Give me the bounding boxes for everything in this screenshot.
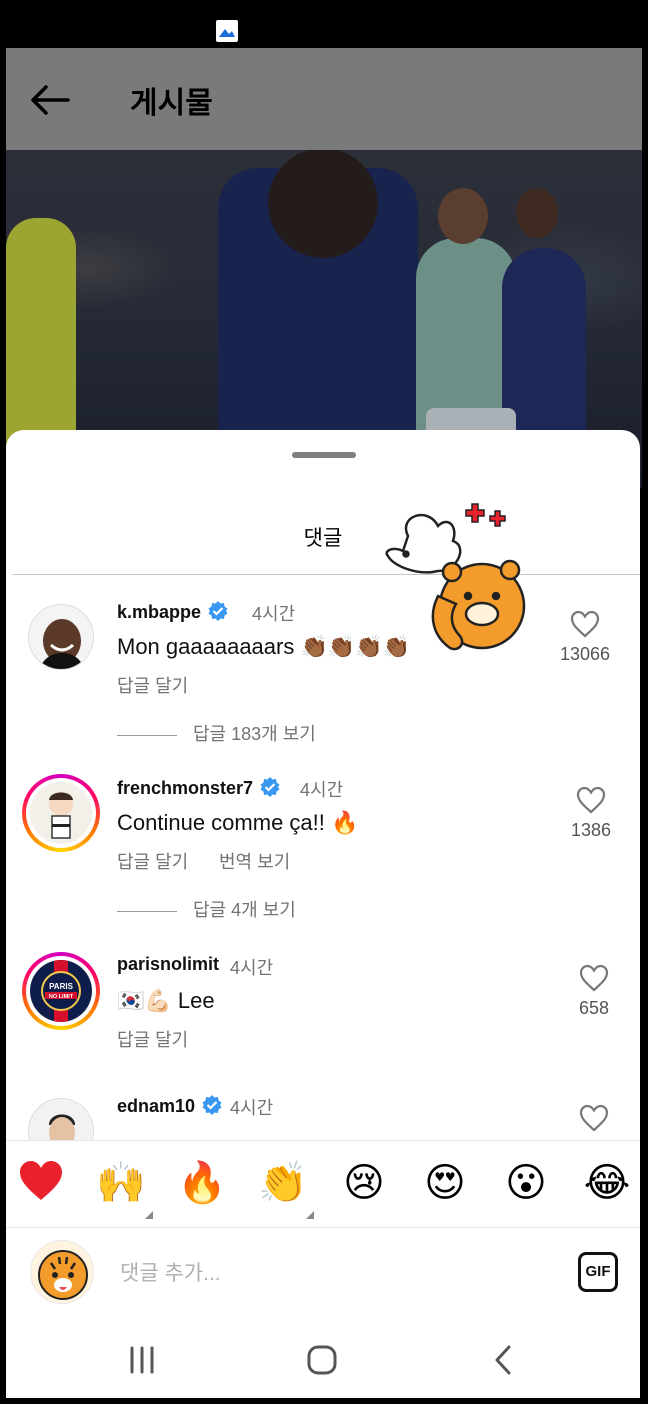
fire-emoji[interactable]: 🔥 bbox=[177, 1159, 227, 1207]
frame-edge bbox=[642, 0, 648, 1404]
translate-button[interactable]: 번역 보기 bbox=[219, 848, 290, 874]
comment-time: 4시간 bbox=[252, 604, 296, 624]
view-replies-button[interactable]: 답글 183개 보기 bbox=[117, 720, 316, 746]
comment-username[interactable]: parisnolimit bbox=[117, 954, 219, 975]
avatar[interactable] bbox=[28, 1098, 94, 1140]
divider bbox=[12, 574, 640, 575]
heart-outline-icon bbox=[579, 964, 609, 992]
heart-outline-icon bbox=[576, 786, 606, 814]
comment-item: ednam10 4시간 bbox=[6, 1094, 640, 1140]
heart-emoji[interactable] bbox=[16, 1159, 66, 1203]
like-button[interactable]: 658 bbox=[559, 964, 629, 1019]
page-title: 게시물 bbox=[130, 87, 213, 120]
sheet-title: 댓글 bbox=[303, 527, 343, 550]
comment-input-row: GIF bbox=[6, 1228, 640, 1324]
gallery-notification-icon bbox=[216, 20, 238, 42]
like-button[interactable]: 13066 bbox=[550, 610, 620, 665]
comment-text: Continue comme ça!! 🔥 bbox=[117, 810, 359, 835]
comment-input[interactable] bbox=[120, 1256, 550, 1292]
tears-of-joy-emoji[interactable]: 😂 bbox=[582, 1159, 632, 1207]
drag-handle[interactable] bbox=[292, 452, 356, 458]
comment-item: PARIS NO LIMIT parisnolimit 4시간 🇰🇷💪🏻 Lee… bbox=[6, 952, 640, 1064]
heart-outline-icon bbox=[570, 610, 600, 638]
divider bbox=[117, 910, 177, 912]
crying-face-emoji[interactable]: 😢 bbox=[339, 1159, 389, 1207]
like-button[interactable]: 1386 bbox=[556, 786, 626, 841]
top-app-bar: 게시물 bbox=[6, 48, 642, 150]
comment-item: frenchmonster7 4시간 Continue comme ça!! 🔥… bbox=[6, 774, 640, 926]
divider bbox=[117, 734, 177, 736]
comment-username[interactable]: frenchmonster7 bbox=[117, 776, 281, 799]
recent-apps-icon[interactable] bbox=[112, 1342, 172, 1382]
comment-item: k.mbappe 4시간 Mon gaaaaaaaars 👏🏾👏🏾👏🏾👏🏾 답글… bbox=[6, 600, 640, 750]
comment-text: 🇰🇷💪🏻 Lee bbox=[117, 988, 215, 1013]
reply-button[interactable]: 답글 달기 bbox=[117, 672, 188, 698]
verified-badge-icon bbox=[202, 1095, 222, 1115]
avatar[interactable]: PARIS NO LIMIT bbox=[22, 952, 100, 1030]
avatar[interactable] bbox=[28, 604, 94, 670]
skin-tone-indicator-icon bbox=[306, 1211, 314, 1219]
system-nav-bar bbox=[6, 1324, 640, 1398]
svg-text:NO LIMIT: NO LIMIT bbox=[49, 994, 74, 1000]
back-arrow-icon[interactable] bbox=[28, 82, 72, 118]
heart-eyes-emoji[interactable]: 😍 bbox=[420, 1159, 470, 1207]
raising-hands-emoji[interactable]: 🙌 bbox=[96, 1159, 146, 1207]
comment-time: 4시간 bbox=[300, 780, 344, 800]
comment-time: 4시간 bbox=[230, 1098, 274, 1118]
verified-badge-icon bbox=[208, 601, 228, 621]
reply-button[interactable]: 답글 달기 bbox=[117, 848, 188, 874]
comment-text: Mon gaaaaaaaars 👏🏾👏🏾👏🏾👏🏾 bbox=[117, 634, 411, 659]
like-button[interactable] bbox=[559, 1104, 629, 1132]
home-icon[interactable] bbox=[292, 1342, 352, 1382]
avatar-logo-text: PARIS bbox=[49, 982, 74, 991]
back-nav-icon[interactable] bbox=[474, 1342, 534, 1382]
status-bar bbox=[0, 0, 648, 48]
like-count: 658 bbox=[578, 998, 610, 1018]
like-count: 13066 bbox=[559, 644, 611, 664]
comment-username[interactable]: ednam10 bbox=[117, 1094, 223, 1117]
skin-tone-indicator-icon bbox=[145, 1211, 153, 1219]
clapping-hands-emoji[interactable]: 👏 bbox=[258, 1159, 308, 1207]
gif-icon[interactable]: GIF bbox=[578, 1252, 618, 1292]
heart-outline-icon bbox=[579, 1104, 609, 1132]
comment-time: 4시간 bbox=[230, 958, 274, 978]
like-count: 1386 bbox=[570, 820, 612, 840]
surprised-face-emoji[interactable]: 😮 bbox=[501, 1159, 551, 1207]
comment-username[interactable]: k.mbappe bbox=[117, 600, 229, 623]
view-replies-button[interactable]: 답글 4개 보기 bbox=[117, 896, 296, 922]
my-avatar[interactable] bbox=[30, 1240, 94, 1304]
reply-button[interactable]: 답글 달기 bbox=[117, 1026, 188, 1052]
emoji-reaction-bar: 🙌 🔥 👏 😢 😍 😮 😂 bbox=[6, 1140, 640, 1228]
avatar[interactable] bbox=[22, 774, 100, 852]
frame-edge bbox=[0, 0, 6, 1404]
verified-badge-icon bbox=[260, 777, 280, 797]
